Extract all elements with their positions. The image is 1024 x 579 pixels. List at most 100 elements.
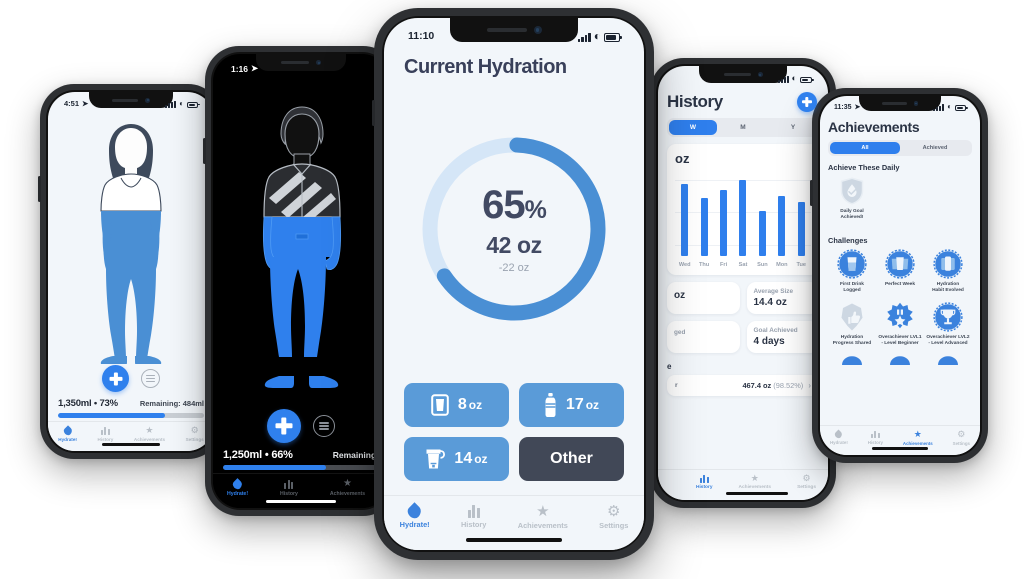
- tab-history[interactable]: History: [97, 426, 113, 442]
- phone-left-hydrate-light: 4:51 ➤ ◐ 1,350ml • 73% Remaining: 484ml …: [38, 84, 222, 459]
- tab-settings[interactable]: ⚙ Settings: [599, 504, 628, 530]
- badge-overachiever-lvl1[interactable]: Overachiever LVL1- Level Beginner: [876, 302, 924, 348]
- status-time: 1:16: [231, 63, 249, 74]
- remaining-label: Remaining:: [332, 450, 379, 460]
- phone-achievements: 11:35 ➤ ◐ Achievements All Achieved Achi…: [810, 88, 988, 463]
- segment-achieved[interactable]: Achieved: [900, 142, 970, 154]
- bottles-badge: [933, 249, 963, 279]
- donut-chart-area: 65% 42 oz -22 oz: [404, 79, 624, 379]
- tab-settings[interactable]: ⚙ Settings: [797, 474, 816, 491]
- tab-achievements[interactable]: ★ Achievements: [134, 426, 165, 443]
- home-indicator: [102, 443, 160, 446]
- water-drop-icon: [231, 477, 244, 491]
- status-right: ◐: [165, 98, 200, 108]
- hydration-summary: 1,350ml • 73% Remaining: 484ml: [48, 398, 214, 421]
- tab-history[interactable]: History: [868, 431, 883, 445]
- add-drink-button[interactable]: [797, 92, 817, 112]
- hydration-main: Current Hydration 65% 42 oz -22 oz 8 oz …: [384, 46, 644, 495]
- quick-add-value: 17 oz: [565, 396, 600, 413]
- bar-chart-icon: [467, 505, 480, 518]
- badge-row3-partial[interactable]: [828, 355, 876, 365]
- tab-label: History: [867, 440, 883, 445]
- battery-icon: [187, 101, 200, 108]
- quick-add-pitcher-button[interactable]: 14 oz: [404, 437, 509, 481]
- segment-year[interactable]: Y: [769, 120, 817, 135]
- progress-bar: [223, 465, 379, 470]
- segment-week[interactable]: W: [669, 120, 717, 135]
- quick-add-other-button[interactable]: Other: [519, 437, 624, 481]
- badge-daily-goal[interactable]: Daily Goal Achieved!: [828, 176, 876, 222]
- badge-row3-partial[interactable]: [876, 355, 924, 365]
- tab-settings[interactable]: ⚙ Settings: [186, 426, 204, 443]
- badge-perfect-week[interactable]: Perfect Week: [876, 249, 924, 295]
- tab-label: Achievements: [738, 485, 772, 490]
- log-list-button[interactable]: [313, 415, 335, 437]
- location-arrow-icon: ➤: [82, 99, 89, 108]
- location-arrow-icon: ➤: [854, 104, 861, 111]
- filter-segmented-control[interactable]: All Achieved: [828, 140, 972, 156]
- chart-bar: [778, 195, 786, 256]
- signal-bars-icon: [777, 75, 789, 83]
- tab-label: History: [460, 520, 487, 529]
- quick-add-bottle-button[interactable]: 17 oz: [519, 383, 624, 427]
- x-tick: Fri: [719, 262, 728, 268]
- chart-bar: [739, 179, 747, 256]
- location-arrow-icon: ➤: [251, 63, 259, 73]
- x-tick: Thu: [698, 262, 710, 268]
- trophy-badge: [933, 302, 963, 332]
- segment-all[interactable]: All: [830, 142, 900, 154]
- badge-first-drink-logged[interactable]: First Drink Logged: [828, 249, 876, 295]
- tab-achievements[interactable]: ★ Achievements: [330, 479, 365, 498]
- tab-label: Hydrate!: [829, 440, 848, 445]
- badge-hydration-habit-evolved[interactable]: Hydration Habit Evolved: [924, 249, 972, 295]
- wifi-icon: ◐: [791, 73, 797, 83]
- glass-icon: [431, 394, 449, 416]
- stats-row-2: ged Goal Achieved 4 days: [667, 321, 819, 353]
- tab-settings[interactable]: ⚙ Settings: [952, 429, 970, 447]
- tab-history[interactable]: History: [696, 474, 713, 490]
- shield-drop-badge: [840, 177, 864, 205]
- tab-hydrate[interactable]: Hydrate!: [400, 502, 430, 529]
- badge-row3-partial[interactable]: [924, 355, 972, 365]
- tab-hydrate[interactable]: Hydrate!: [58, 424, 77, 442]
- tab-achievements[interactable]: ★ Achievements: [903, 430, 933, 447]
- add-drink-button[interactable]: [267, 409, 301, 443]
- badge-hydration-progress-shared[interactable]: Hydration Progress Shared: [828, 302, 876, 348]
- chart-bar: [720, 190, 728, 256]
- total-intake-label: 1,350ml • 73%: [58, 398, 118, 409]
- x-tick: Mon: [776, 262, 788, 268]
- hydration-delta: -22 oz: [498, 261, 530, 274]
- stat-value: oz: [674, 290, 686, 301]
- action-row: [213, 409, 389, 443]
- bar-chart-icon: [100, 426, 110, 435]
- log-list-button[interactable]: [141, 369, 160, 388]
- quick-add-value: 8 oz: [457, 396, 483, 413]
- tab-achievements[interactable]: ★ Achievements: [738, 474, 772, 491]
- status-right: ◐: [933, 103, 968, 111]
- wifi-icon: ◐: [179, 98, 184, 108]
- glasses-badge: [885, 249, 915, 279]
- tab-hydrate[interactable]: Hydrate!: [227, 477, 248, 497]
- avatar-illustration-female: [48, 111, 214, 365]
- add-drink-button[interactable]: [102, 365, 129, 392]
- gear-icon: ⚙: [607, 503, 621, 520]
- period-segmented-control[interactable]: W M Y: [667, 118, 819, 137]
- daily-badge-grid: Daily Goal Achieved!: [828, 176, 972, 229]
- bar-chart-icon: [871, 431, 880, 438]
- status-left: 11:10: [408, 30, 434, 42]
- badge-overachiever-lvl2[interactable]: Overachiever LVL2- Level Advanced: [924, 302, 972, 348]
- row-label: r: [675, 382, 678, 389]
- history-detail-row[interactable]: r 467.4 oz (98.52%) ›: [667, 375, 819, 396]
- quick-add-glass-button[interactable]: 8 oz: [404, 383, 509, 427]
- tab-achievements[interactable]: ★ Achievements: [518, 504, 568, 530]
- tab-hydrate[interactable]: Hydrate!: [829, 429, 848, 445]
- donut-center-labels: 65% 42 oz -22 oz: [416, 131, 612, 327]
- glass-badge: [837, 249, 867, 279]
- tab-label: Settings: [952, 441, 970, 446]
- gear-icon: ⚙: [957, 429, 966, 439]
- summary-row: 1,350ml • 73% Remaining: 484ml: [58, 398, 204, 409]
- tab-history[interactable]: History: [461, 505, 486, 529]
- tab-history[interactable]: History: [280, 479, 298, 497]
- quick-add-grid: 8 oz 17 oz 14 oz Other: [404, 383, 624, 481]
- segment-month[interactable]: M: [719, 120, 767, 135]
